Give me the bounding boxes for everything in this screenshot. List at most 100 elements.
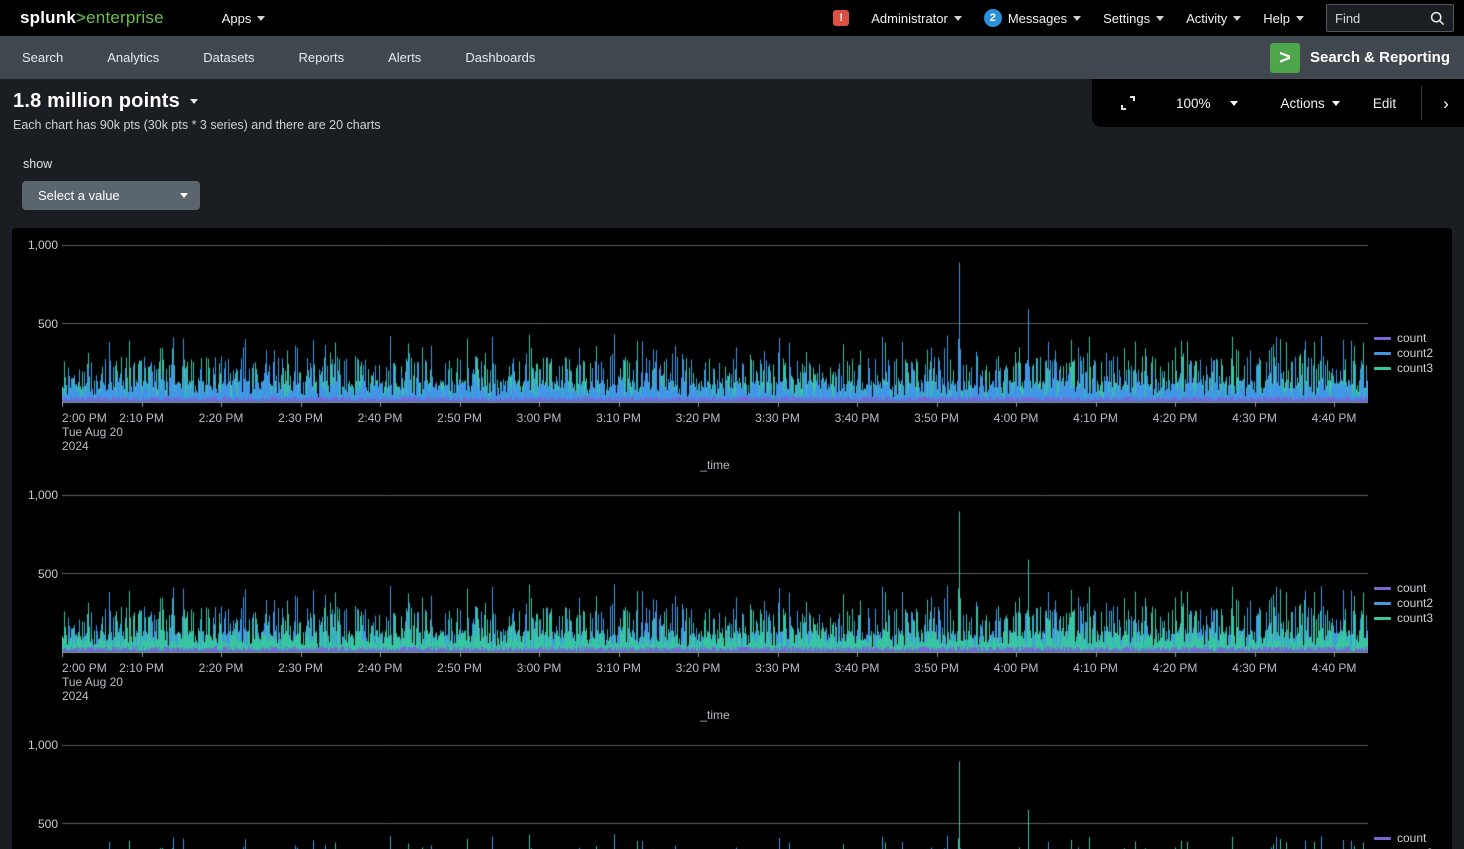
count-swatch-icon — [1374, 837, 1391, 840]
y-axis-tick-500: 500 — [12, 817, 58, 831]
administrator-menu[interactable]: Administrator — [871, 11, 962, 26]
page-title: 1.8 million points — [13, 90, 180, 113]
count3-swatch-icon — [1374, 367, 1391, 370]
x-tick-label: 2:10 PM — [119, 411, 164, 425]
find-search-box[interactable] — [1326, 4, 1454, 32]
x-axis-title: _time — [62, 708, 1368, 722]
nav-reports[interactable]: Reports — [299, 50, 345, 65]
apps-menu[interactable]: Apps — [222, 11, 266, 26]
legend-label: count2 — [1397, 348, 1433, 359]
legend-item-count[interactable]: count — [1374, 583, 1433, 594]
activity-label: Activity — [1186, 11, 1227, 26]
nav-dashboards[interactable]: Dashboards — [465, 50, 535, 65]
x-tick-label: 4:20 PM — [1153, 411, 1198, 425]
select-value-text: Select a value — [38, 188, 120, 203]
help-menu[interactable]: Help — [1263, 11, 1304, 26]
title-dropdown-icon[interactable] — [190, 99, 198, 104]
chart-legend: count count2 count3 — [1374, 333, 1433, 374]
timeseries-plot[interactable] — [62, 244, 1368, 409]
legend-item-count3[interactable]: count3 — [1374, 363, 1433, 374]
chevron-down-icon — [257, 16, 265, 21]
settings-label: Settings — [1103, 11, 1150, 26]
find-input[interactable] — [1335, 11, 1424, 26]
count-swatch-icon — [1374, 587, 1391, 590]
y-axis-tick-1000: 1,000 — [12, 488, 58, 502]
timeseries-plot[interactable] — [62, 494, 1368, 659]
actions-dropdown[interactable]: Actions — [1281, 96, 1340, 111]
settings-menu[interactable]: Settings — [1103, 11, 1164, 26]
legend-label: count — [1397, 833, 1426, 844]
count3-swatch-icon — [1374, 617, 1391, 620]
chevron-down-icon — [1156, 16, 1164, 21]
legend-item-count3[interactable]: count3 — [1374, 613, 1433, 624]
alert-icon[interactable]: ! — [833, 10, 849, 26]
legend-item-count[interactable]: count — [1374, 333, 1433, 344]
apps-menu-label: Apps — [222, 11, 252, 26]
x-tick-label: 3:10 PM — [596, 411, 641, 425]
nav-search[interactable]: Search — [22, 50, 63, 65]
messages-menu[interactable]: 2 Messages — [984, 9, 1081, 27]
chart-3: 1,000 500 2:00 PM2:10 PM2:20 PM2:30 PM2:… — [12, 736, 1452, 849]
x-tick-label: 3:00 PM — [517, 661, 562, 675]
count2-swatch-icon — [1374, 602, 1391, 605]
x-axis-title: _time — [62, 458, 1368, 472]
edit-button[interactable]: Edit — [1373, 96, 1396, 111]
x-tick-label: 4:00 PM — [994, 411, 1039, 425]
x-tick-label: 3:20 PM — [676, 411, 721, 425]
count2-swatch-icon — [1374, 352, 1391, 355]
x-tick-label: 2:10 PM — [119, 661, 164, 675]
timeseries-plot[interactable] — [62, 744, 1368, 849]
app-name: Search & Reporting — [1310, 49, 1450, 66]
x-tick-label: 2:50 PM — [437, 661, 482, 675]
select-value-dropdown[interactable]: Select a value — [22, 181, 200, 210]
search-icon[interactable] — [1430, 11, 1445, 26]
nav-analytics[interactable]: Analytics — [107, 50, 159, 65]
x-tick-label: 2:50 PM — [437, 411, 482, 425]
logo-brand: splunk — [20, 8, 76, 27]
chevron-down-icon — [954, 16, 962, 21]
chevron-down-icon — [180, 193, 188, 198]
legend-item-count[interactable]: count — [1374, 833, 1433, 844]
x-tick-label: 4:10 PM — [1073, 661, 1118, 675]
legend-label: count3 — [1397, 363, 1433, 374]
count-swatch-icon — [1374, 337, 1391, 340]
x-tick-label: 2:40 PM — [358, 661, 403, 675]
dashboard-canvas: 1,000 500 2:00 PM 2:10 PM 2:20 PM 2:30 PM 2:… — [12, 228, 1452, 849]
legend-item-count2[interactable]: count2 — [1374, 348, 1433, 359]
messages-count-badge: 2 — [984, 9, 1002, 27]
x-tick-label: 3:50 PM — [914, 411, 959, 425]
chevron-down-icon — [1296, 16, 1304, 21]
legend-label: count — [1397, 583, 1426, 594]
chevron-down-icon — [1332, 101, 1340, 106]
toolbar-more-chevron-icon[interactable]: › — [1443, 95, 1449, 112]
page-content: 1.8 million points Each chart has 90k pt… — [0, 79, 1464, 849]
app-badge[interactable]: > Search & Reporting — [1270, 43, 1450, 73]
y-axis-tick-500: 500 — [12, 567, 58, 581]
x-tick-label: 2:00 PM — [62, 411, 107, 425]
activity-menu[interactable]: Activity — [1186, 11, 1241, 26]
x-tick-label: 2:20 PM — [199, 411, 244, 425]
nav-datasets[interactable]: Datasets — [203, 50, 254, 65]
x-tick-label: 3:30 PM — [755, 411, 800, 425]
actions-label: Actions — [1281, 96, 1325, 111]
x-tick-label: 3:00 PM — [517, 411, 562, 425]
legend-item-count2[interactable]: count2 — [1374, 598, 1433, 609]
splunk-logo[interactable]: splunk>enterprise — [20, 8, 164, 28]
nav-alerts[interactable]: Alerts — [388, 50, 421, 65]
zoom-level-value: 100% — [1176, 96, 1211, 111]
chart-legend: count count2 count3 — [1374, 583, 1433, 624]
x-tick-label: 2:00 PM — [62, 661, 107, 675]
chevron-down-icon — [1073, 16, 1081, 21]
fullscreen-icon[interactable] — [1120, 95, 1136, 111]
chart-1: 1,000 500 2:00 PM2:10 PM2:20 PM2:30 PM2:… — [12, 236, 1452, 486]
x-tick-label: 3:20 PM — [676, 661, 721, 675]
x-tick-label: 2:30 PM — [278, 661, 323, 675]
y-axis-tick-1000: 1,000 — [12, 738, 58, 752]
messages-label: Messages — [1008, 11, 1067, 26]
page-subtitle: Each chart has 90k pts (30k pts * 3 seri… — [13, 118, 381, 132]
x-tick-label: 3:40 PM — [835, 411, 880, 425]
show-input-label: show — [23, 157, 52, 171]
x-tick-label: 3:10 PM — [596, 661, 641, 675]
x-tick-label: 4:30 PM — [1232, 411, 1277, 425]
zoom-level-dropdown[interactable]: 100% — [1176, 96, 1238, 111]
